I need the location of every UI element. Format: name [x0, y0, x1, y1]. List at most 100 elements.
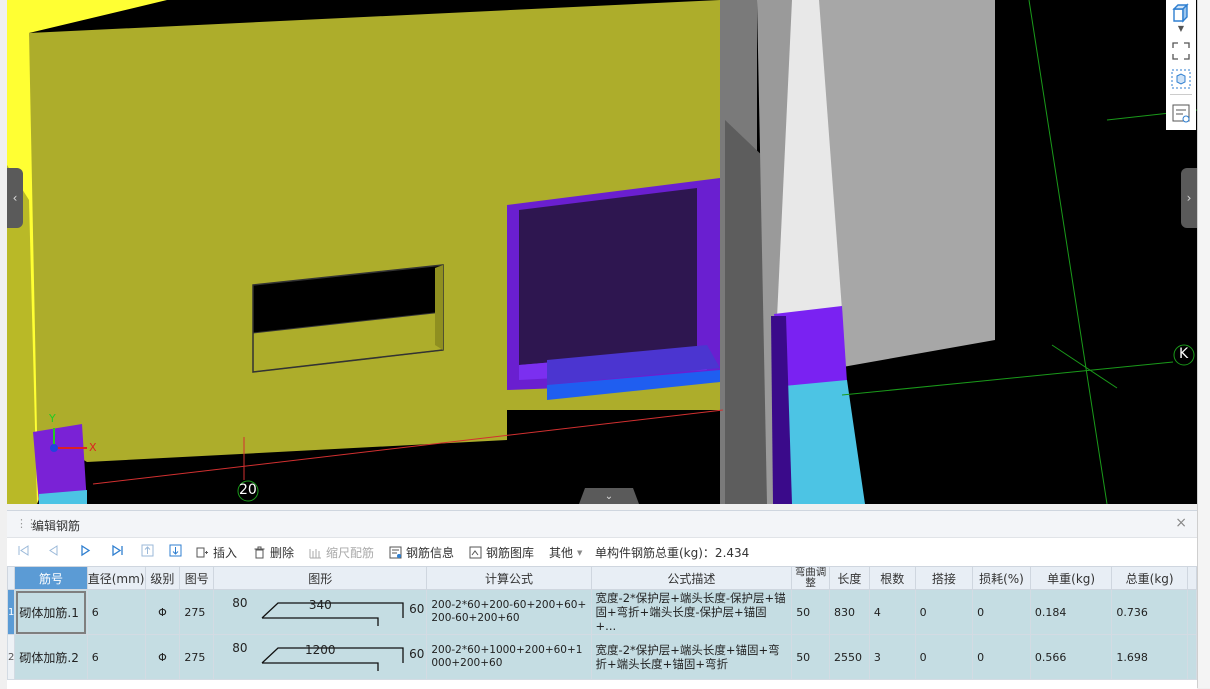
description-cell[interactable]: 宽度-2*保护层+端头长度+锚固+弯折+端头长度+锚固+弯折: [590, 634, 793, 680]
rebar-table-container: 筋号 直径(mm) 级别 图号 图形 计算公式 公式描述 弯曲调整 长度 根数 …: [7, 566, 1197, 689]
shape-right-dim: 60: [409, 647, 425, 661]
loss-cell[interactable]: 0: [972, 634, 1031, 680]
rebar-library-button[interactable]: 钢筋图库: [469, 544, 534, 561]
insert-icon: [196, 547, 208, 558]
figure-no-cell[interactable]: 275: [179, 589, 215, 635]
previous-record-button[interactable]: [47, 544, 60, 557]
fullscreen-icon[interactable]: [1170, 40, 1192, 62]
column-header[interactable]: 单重(kg): [1029, 566, 1113, 590]
bend-adjust-cell[interactable]: 50: [791, 634, 830, 680]
close-button[interactable]: ×: [1175, 515, 1187, 531]
row-number[interactable]: 2: [7, 634, 16, 680]
cube-view-icon[interactable]: [1170, 2, 1192, 24]
row-number-header: [7, 566, 16, 590]
move-down-icon: [169, 544, 182, 557]
rebar-info-icon: [389, 546, 402, 559]
rebar-info-button[interactable]: 钢筋信息: [389, 544, 454, 561]
table-row[interactable]: 2 砌体加筋.2 6 Φ 275 80 1200 60 200-2*60+100…: [7, 634, 1197, 680]
rebar-name-cell[interactable]: 砌体加筋.1: [14, 589, 88, 635]
column-header[interactable]: 筋号: [14, 566, 88, 590]
shape-cell[interactable]: 80 1200 60: [213, 634, 428, 680]
right-panel-handle[interactable]: ›: [1181, 168, 1197, 228]
grade-cell[interactable]: Φ: [144, 634, 181, 680]
rebar-name-cell[interactable]: 砌体加筋.2: [14, 634, 88, 680]
shape-mid-dim: 340: [308, 598, 332, 612]
length-cell[interactable]: 830: [828, 589, 870, 635]
total-weight-label: 单构件钢筋总重(kg)：2.434: [595, 546, 750, 560]
figure-no-cell[interactable]: 275: [179, 634, 215, 680]
collapse-panel-tab[interactable]: ⌄: [579, 488, 639, 504]
move-down-button[interactable]: [169, 544, 182, 557]
lap-cell[interactable]: 0: [914, 589, 974, 635]
column-header[interactable]: 图号: [179, 566, 215, 590]
row-number[interactable]: 1: [7, 589, 16, 635]
move-up-icon: [141, 544, 154, 557]
chevron-right-icon: ›: [1186, 191, 1192, 205]
column-header[interactable]: 长度: [828, 566, 870, 590]
left-panel-handle[interactable]: ‹: [7, 168, 23, 228]
column-header[interactable]: 计算公式: [426, 566, 592, 590]
ruler-icon: [309, 549, 321, 559]
y-axis-label: Y: [49, 412, 56, 425]
column-header[interactable]: 根数: [868, 566, 916, 590]
total-weight-cell[interactable]: 1.698: [1111, 634, 1188, 680]
grid-label-bottom: 20: [239, 482, 257, 498]
description-cell[interactable]: 宽度-2*保护层+端头长度-保护层+锚固+弯折+端头长度-保护层+锚固+...: [590, 589, 793, 635]
total-weight-cell[interactable]: 0.736: [1111, 589, 1188, 635]
3d-viewport[interactable]: Y X 20 K ⌄: [7, 0, 1197, 504]
right-edge-strip: [1197, 0, 1210, 688]
bend-adjust-cell[interactable]: 50: [791, 589, 830, 635]
column-header[interactable]: 级别: [144, 566, 181, 590]
component-view-icon[interactable]: [1170, 68, 1192, 90]
loss-cell[interactable]: 0: [972, 589, 1031, 635]
model-scene: [7, 0, 1197, 504]
green-axis-line: [841, 361, 1174, 396]
diameter-cell[interactable]: 6: [86, 589, 146, 635]
lap-cell[interactable]: 0: [914, 634, 974, 680]
diameter-cell[interactable]: 6: [86, 634, 146, 680]
next-record-button[interactable]: [79, 544, 92, 557]
formula-cell[interactable]: 200-2*60+1000+200+60+1000+200+60: [426, 634, 592, 680]
shape-cell[interactable]: 80 340 60: [213, 589, 428, 635]
shape-mid-dim: 1200: [305, 643, 336, 657]
other-menu-button[interactable]: 其他 ▼: [549, 544, 582, 561]
delete-button[interactable]: 删除: [253, 544, 294, 561]
first-record-button[interactable]: [17, 544, 30, 557]
column-header[interactable]: 损耗(%): [972, 566, 1031, 590]
column-header[interactable]: 总重(kg): [1111, 566, 1188, 590]
column-header[interactable]: 弯曲调整: [791, 566, 830, 590]
chevron-down-icon: ⌄: [604, 490, 614, 502]
count-cell[interactable]: 3: [868, 634, 916, 680]
cyan-column-block: [784, 380, 865, 504]
door-opening: [519, 188, 697, 365]
count-cell[interactable]: 4: [868, 589, 916, 635]
scale-rebar-button[interactable]: 缩尺配筋: [309, 544, 374, 561]
move-up-button[interactable]: [141, 544, 154, 557]
next-icon: [81, 544, 91, 557]
edit-rebar-panel: ⋮⋮ 编辑钢筋 × 插入 删除 缩尺配筋 钢筋信息 钢筋图库 其他 ▼ 单构件钢…: [7, 510, 1197, 689]
table-header-row: 筋号 直径(mm) 级别 图号 图形 计算公式 公式描述 弯曲调整 长度 根数 …: [7, 566, 1197, 590]
panel-header: ⋮⋮ 编辑钢筋 ×: [7, 511, 1197, 538]
panel-title: 编辑钢筋: [32, 519, 81, 533]
property-view-icon[interactable]: [1170, 102, 1192, 124]
dropdown-arrow-icon[interactable]: ▼: [1170, 24, 1192, 36]
last-record-button[interactable]: [111, 544, 124, 557]
rebar-library-icon: [469, 546, 482, 559]
formula-cell[interactable]: 200-2*60+200-60+200+60+200-60+200+60: [426, 589, 592, 635]
unit-weight-cell[interactable]: 0.566: [1029, 634, 1113, 680]
column-header[interactable]: 图形: [213, 566, 428, 590]
last-record-icon: [112, 544, 123, 557]
table-row[interactable]: 1 砌体加筋.1 6 Φ 275 80 340 60 200-2*60+200-…: [7, 589, 1197, 635]
chevron-left-icon: ‹: [12, 191, 18, 205]
column-header[interactable]: 搭接: [914, 566, 974, 590]
unit-weight-cell[interactable]: 0.184: [1029, 589, 1113, 635]
shape-right-dim: 60: [409, 602, 425, 616]
length-cell[interactable]: 2550: [828, 634, 870, 680]
rebar-table: 筋号 直径(mm) 级别 图号 图形 计算公式 公式描述 弯曲调整 长度 根数 …: [7, 566, 1197, 680]
grid-label-right: K: [1179, 346, 1189, 362]
insert-button[interactable]: 插入: [196, 544, 237, 561]
column-header[interactable]: 公式描述: [590, 566, 793, 590]
x-axis-label: X: [89, 441, 97, 454]
grade-cell[interactable]: Φ: [144, 589, 181, 635]
column-header[interactable]: 直径(mm): [86, 566, 146, 590]
